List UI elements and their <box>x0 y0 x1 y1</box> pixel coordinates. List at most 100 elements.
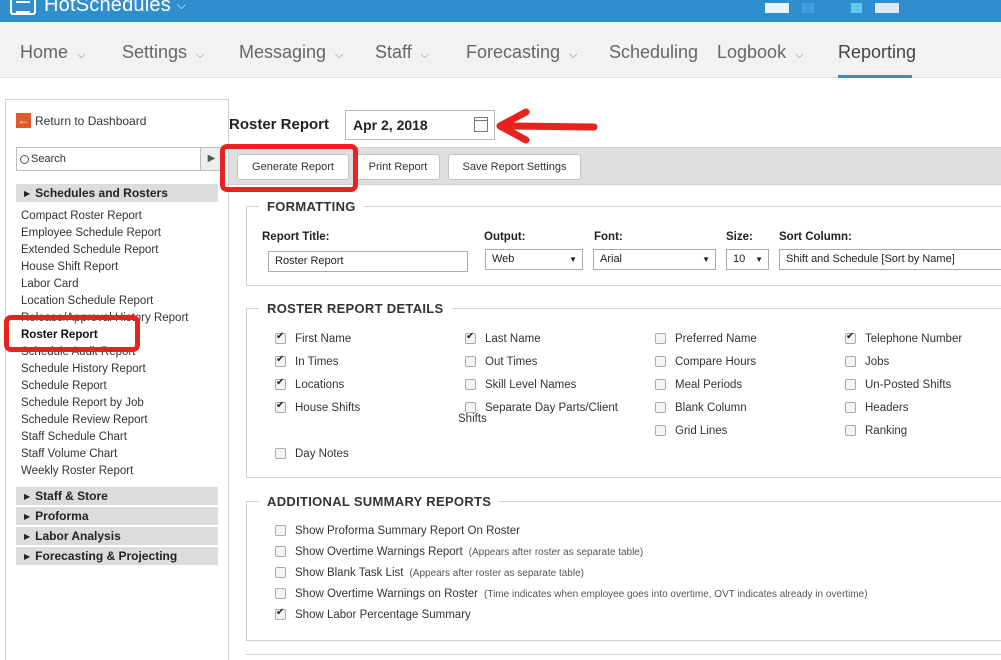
checkbox[interactable] <box>275 546 286 557</box>
calendar-icon[interactable] <box>474 117 488 132</box>
settings-icon[interactable] <box>875 3 899 13</box>
checkbox[interactable] <box>845 331 856 344</box>
top-bar: HotSchedules ⌵ <box>0 0 1001 22</box>
side-link-staff-volume-chart[interactable]: Staff Volume Chart <box>21 446 217 463</box>
cb-un-posted-shifts[interactable]: Un-Posted Shifts <box>845 378 951 393</box>
section-schedules-and-rosters[interactable]: ▶ Schedules and Rosters <box>16 184 218 202</box>
side-link-house-shift-report[interactable]: House Shift Report <box>21 259 217 276</box>
checkbox[interactable] <box>275 354 286 367</box>
summary-reports-section: ADDITIONAL SUMMARY REPORTS Show Proforma… <box>246 494 1001 641</box>
side-link-schedule-report[interactable]: Schedule Report <box>21 378 217 395</box>
cb-blank-column[interactable]: Blank Column <box>655 401 747 416</box>
nav-scheduling[interactable]: Scheduling <box>609 42 698 63</box>
cb-jobs[interactable]: Jobs <box>845 355 889 370</box>
side-link-labor-card[interactable]: Labor Card <box>21 276 217 293</box>
search-input[interactable]: Search <box>17 153 200 165</box>
checkbox[interactable] <box>655 379 666 390</box>
checkbox[interactable] <box>275 331 286 344</box>
checkbox[interactable] <box>465 331 476 344</box>
checkbox[interactable] <box>465 379 476 390</box>
return-to-dashboard-link[interactable]: ← Return to Dashboard <box>16 113 146 128</box>
nav-logbook[interactable]: Logbook ⌵ <box>717 42 803 63</box>
notification-icon[interactable] <box>851 3 862 13</box>
dropdown-caret-icon: ▼ <box>755 255 763 264</box>
cb-proforma-summary[interactable]: Show Proforma Summary Report On Roster <box>275 524 520 539</box>
checkbox[interactable] <box>845 402 856 413</box>
chevron-down-icon: ⌵ <box>569 49 578 61</box>
cb-grid-lines[interactable]: Grid Lines <box>655 424 727 439</box>
checkbox[interactable] <box>655 402 666 413</box>
checkbox[interactable] <box>275 607 286 620</box>
highlight-generate-report <box>220 144 358 192</box>
side-link-staff-schedule-chart[interactable]: Staff Schedule Chart <box>21 429 217 446</box>
section-staff-and-store[interactable]: ▶ Staff & Store <box>16 487 218 505</box>
cb-day-notes[interactable]: Day Notes <box>275 447 349 462</box>
cb-skill-level-names[interactable]: Skill Level Names <box>465 378 576 393</box>
nav-forecasting[interactable]: Forecasting ⌵ <box>466 42 577 63</box>
side-link-location-schedule-report[interactable]: Location Schedule Report <box>21 293 217 310</box>
side-link-schedule-review-report[interactable]: Schedule Review Report <box>21 412 217 429</box>
print-report-button[interactable]: Print Report <box>356 154 440 180</box>
checkbox[interactable] <box>655 425 666 436</box>
cb-blank-task-list[interactable]: Show Blank Task List (Appears after roste… <box>275 566 584 581</box>
cb-overtime-warnings-roster[interactable]: Show Overtime Warnings on Roster (Time in… <box>275 587 868 602</box>
checkbox[interactable] <box>845 379 856 390</box>
side-link-compact-roster-report[interactable]: Compact Roster Report <box>21 208 217 225</box>
sort-column-label: Sort Column: <box>779 231 852 243</box>
section-forecasting-and-projecting[interactable]: ▶ Forecasting & Projecting <box>16 547 218 565</box>
side-link-weekly-roster-report[interactable]: Weekly Roster Report <box>21 463 217 480</box>
checkbox[interactable] <box>465 356 476 367</box>
size-select[interactable]: 10 ▼ <box>726 249 769 270</box>
cb-last-name[interactable]: Last Name <box>465 331 541 347</box>
checkbox[interactable] <box>275 567 286 578</box>
cb-overtime-warnings-report[interactable]: Show Overtime Warnings Report (Appears af… <box>275 545 643 560</box>
cb-headers[interactable]: Headers <box>845 401 908 416</box>
nav-reporting[interactable]: Reporting <box>838 42 916 63</box>
nav-messaging[interactable]: Messaging ⌵ <box>239 42 343 63</box>
cb-labor-percentage-summary[interactable]: Show Labor Percentage Summary <box>275 607 471 623</box>
nav-staff[interactable]: Staff ⌵ <box>375 42 429 63</box>
checkbox[interactable] <box>275 525 286 536</box>
cb-first-name[interactable]: First Name <box>275 331 351 347</box>
sort-column-select[interactable]: Shift and Schedule [Sort by Name] <box>779 249 1001 270</box>
search-submit-button[interactable]: ▶ <box>200 148 222 170</box>
side-link-schedule-report-by-job[interactable]: Schedule Report by Job <box>21 395 217 412</box>
cb-telephone-number[interactable]: Telephone Number <box>845 331 962 347</box>
expand-triangle-icon: ▶ <box>24 189 31 198</box>
formatting-section: FORMATTING Report Title: Roster Report O… <box>246 199 1001 286</box>
checkbox[interactable] <box>275 448 286 459</box>
side-link-extended-schedule-report[interactable]: Extended Schedule Report <box>21 242 217 259</box>
section-proforma[interactable]: ▶ Proforma <box>16 507 218 525</box>
cb-in-times[interactable]: In Times <box>275 354 338 370</box>
report-title-input[interactable]: Roster Report <box>268 251 468 272</box>
side-link-schedule-history-report[interactable]: Schedule History Report <box>21 361 217 378</box>
output-select[interactable]: Web ▼ <box>485 249 583 270</box>
font-select[interactable]: Arial ▼ <box>593 249 716 270</box>
checkbox[interactable] <box>465 402 476 413</box>
side-link-employee-schedule-report[interactable]: Employee Schedule Report <box>21 225 217 242</box>
save-report-settings-button[interactable]: Save Report Settings <box>448 154 581 180</box>
cb-separate-day-parts[interactable]: Separate Day Parts/Client <box>465 401 618 416</box>
checkbox[interactable] <box>275 588 286 599</box>
checkbox[interactable] <box>655 333 666 344</box>
section-labor-analysis[interactable]: ▶ Labor Analysis <box>16 527 218 545</box>
report-date-input[interactable]: Apr 2, 2018 <box>345 110 495 140</box>
checkbox[interactable] <box>845 425 856 436</box>
cb-compare-hours[interactable]: Compare Hours <box>655 355 756 370</box>
app-logo[interactable]: HotSchedules ⌵ <box>10 0 186 18</box>
checkbox[interactable] <box>275 377 286 390</box>
checkbox[interactable] <box>655 356 666 367</box>
cb-ranking[interactable]: Ranking <box>845 424 907 439</box>
cb-house-shifts[interactable]: House Shifts <box>275 400 360 416</box>
checkbox[interactable] <box>275 400 286 413</box>
cb-out-times[interactable]: Out Times <box>465 355 537 370</box>
cb-preferred-name[interactable]: Preferred Name <box>655 332 757 347</box>
user-avatar-icon[interactable] <box>765 3 789 13</box>
search-icon <box>20 154 29 164</box>
nav-home[interactable]: Home ⌵ <box>20 42 85 63</box>
nav-settings[interactable]: Settings ⌵ <box>122 42 204 63</box>
checkbox[interactable] <box>845 356 856 367</box>
cb-locations[interactable]: Locations <box>275 377 344 393</box>
expand-triangle-icon: ▶ <box>24 552 31 561</box>
cb-meal-periods[interactable]: Meal Periods <box>655 378 742 393</box>
